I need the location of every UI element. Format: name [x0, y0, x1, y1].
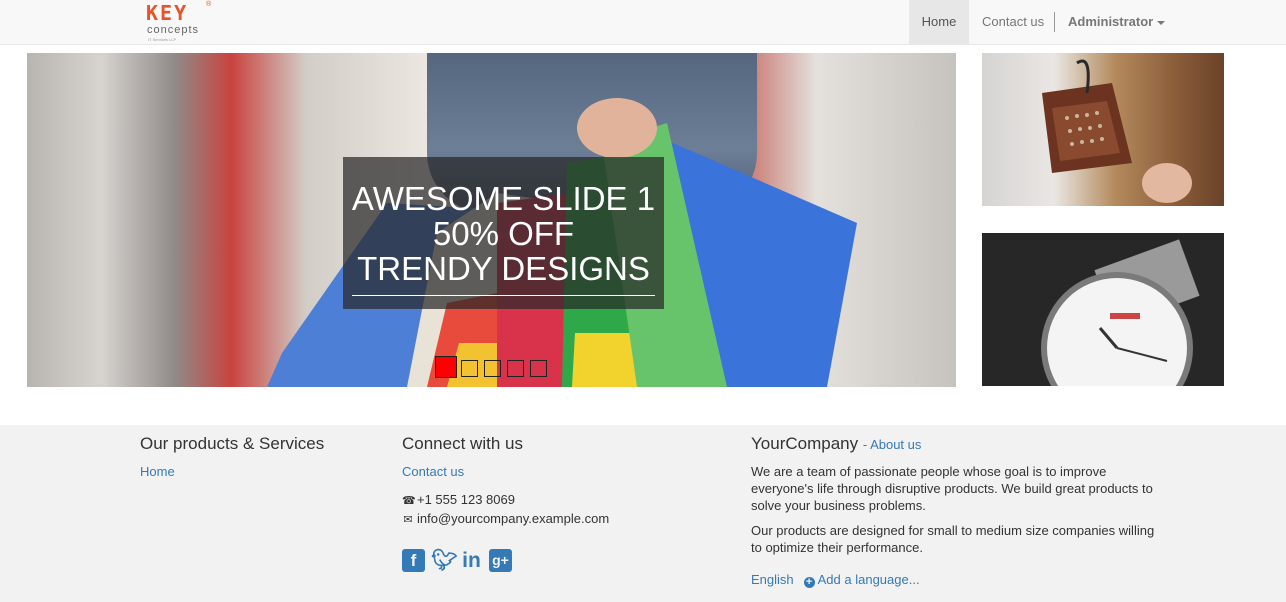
phone-line: ☎+1 555 123 8069 — [402, 491, 609, 510]
add-language-link[interactable]: Add a language... — [818, 572, 920, 587]
nav-contact-us[interactable]: Contact us — [982, 0, 1044, 44]
carousel-indicator-2[interactable] — [461, 360, 478, 377]
site-footer: Our products & Services Home Connect wit… — [0, 425, 1286, 602]
company-logo[interactable]: KEY ® concepts IT Services LLP — [146, 1, 216, 42]
company-description-2: Our products are designed for small to m… — [751, 523, 1155, 555]
phone-icon: ☎ — [402, 495, 416, 507]
caption-line-3: TRENDY DESIGNS — [357, 250, 650, 287]
footer-products-title: Our products & Services — [140, 434, 325, 453]
caption-line-1: AWESOME SLIDE 1 — [351, 180, 656, 217]
carousel-indicator-1[interactable] — [435, 356, 457, 378]
plus-circle-icon: + — [803, 577, 815, 588]
language-english[interactable]: English — [751, 572, 794, 587]
hero-carousel[interactable]: AWESOME SLIDE 1 50% OFF TRENDY DESIGNS — [27, 53, 956, 387]
about-us-link[interactable]: - About us — [863, 437, 922, 452]
footer-company-title: YourCompany - About us — [751, 434, 1161, 455]
caret-down-icon — [1157, 20, 1166, 25]
carousel-indicator-5[interactable] — [530, 360, 547, 377]
watch-image[interactable] — [982, 233, 1224, 386]
registered-mark: ® — [206, 1, 212, 8]
footer-connect-column: Connect with us Contact us ☎+1 555 123 8… — [402, 434, 609, 575]
company-description-1: We are a team of passionate people whose… — [751, 464, 1153, 513]
carousel-indicator-4[interactable] — [507, 360, 524, 377]
top-navbar: KEY ® concepts IT Services LLP Home Cont… — [0, 0, 1286, 45]
footer-company-column: YourCompany - About us We are a team of … — [751, 434, 1161, 588]
social-links: f 🐦︎ in g+ — [402, 549, 609, 575]
email-line: ✉ info@yourcompany.example.com — [402, 510, 609, 529]
phone-number: +1 555 123 8069 — [417, 492, 515, 507]
google-plus-icon[interactable]: g+ — [489, 549, 512, 572]
logo-tagline: IT Services LLP — [148, 37, 177, 42]
linkedin-icon[interactable]: in — [460, 549, 483, 572]
logo-key-text: KEY — [146, 1, 189, 25]
footer-link-contact-us[interactable]: Contact us — [402, 464, 609, 480]
caption-divider — [352, 295, 655, 296]
footer-products-column: Our products & Services Home — [140, 434, 324, 480]
facebook-icon[interactable]: f — [402, 549, 425, 572]
twitter-icon[interactable]: 🐦︎ — [431, 549, 458, 572]
user-menu-administrator[interactable]: Administrator — [1068, 0, 1166, 44]
nav-home[interactable]: Home — [909, 0, 969, 44]
slide-caption: AWESOME SLIDE 1 50% OFF TRENDY DESIGNS — [343, 157, 664, 309]
language-selector: English + Add a language... — [751, 572, 1161, 588]
carousel-indicator-3[interactable] — [484, 360, 501, 377]
nav-divider — [1054, 12, 1055, 32]
logo-concepts-text: concepts — [147, 24, 200, 36]
handbag-image[interactable] — [982, 53, 1224, 206]
footer-connect-title: Connect with us — [402, 434, 523, 453]
footer-link-home[interactable]: Home — [140, 464, 324, 480]
user-menu-label: Administrator — [1068, 14, 1154, 29]
envelope-icon: ✉ — [403, 514, 413, 526]
caption-line-2: 50% OFF — [432, 215, 575, 252]
company-name: YourCompany — [751, 434, 859, 453]
email-link[interactable]: info@yourcompany.example.com — [417, 511, 609, 526]
